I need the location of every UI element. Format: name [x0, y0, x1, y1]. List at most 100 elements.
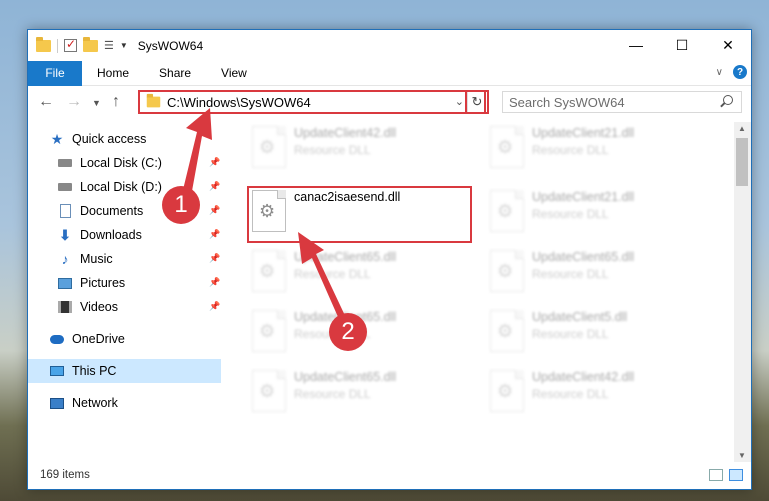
file-list: UpdateClient42.dll Resource DLL UpdateCli… [238, 122, 733, 462]
toolbar-divider [57, 38, 58, 53]
file-item[interactable]: UpdateClient65.dll Resource DLL [248, 366, 488, 418]
scroll-down-icon[interactable]: ▼ [738, 451, 746, 460]
pin-icon[interactable]: 📌 [209, 229, 220, 239]
minimize-button[interactable]: — [613, 30, 659, 60]
file-name: UpdateClient42.dll [532, 370, 635, 384]
pin-icon[interactable]: 📌 [209, 301, 220, 311]
sidebar-item-downloads[interactable]: ⬇ Downloads 📌 [28, 223, 221, 247]
sidebar-item-label: Music [80, 252, 113, 266]
close-button[interactable]: ✕ [705, 30, 751, 60]
vertical-scrollbar[interactable]: ▲ ▼ [734, 122, 751, 462]
file-name: UpdateClient65.dll [294, 250, 397, 264]
status-bar: 169 items [28, 461, 751, 489]
sidebar-item-label: Videos [80, 300, 118, 314]
recent-locations-icon[interactable]: ▼ [92, 98, 101, 108]
document-icon [58, 204, 72, 218]
file-type: Resource DLL [532, 143, 609, 157]
dll-file-icon [252, 126, 286, 168]
pin-icon[interactable]: 📌 [209, 181, 220, 191]
dll-file-icon [490, 370, 524, 412]
new-folder-icon[interactable] [83, 36, 98, 52]
sidebar-item-onedrive[interactable]: OneDrive [28, 327, 221, 351]
tab-view[interactable]: View [206, 61, 262, 86]
file-item[interactable]: UpdateClient42.dll Resource DLL [248, 122, 488, 174]
ribbon-right: ∨ ? [716, 65, 747, 79]
search-placeholder: Search SysWOW64 [509, 94, 625, 110]
pin-icon[interactable]: 📌 [209, 205, 220, 215]
details-view-icon[interactable] [709, 469, 723, 481]
chevron-down-icon[interactable]: ▼ [120, 41, 128, 50]
up-arrow-icon[interactable]: ↑ [112, 93, 120, 111]
network-icon [50, 396, 64, 410]
large-icons-view-icon[interactable] [729, 469, 743, 481]
sidebar-item-label: Local Disk (C:) [80, 156, 162, 170]
file-item[interactable]: UpdateClient65.dllResource DLL [486, 246, 726, 298]
sidebar-item-label: This PC [72, 364, 117, 378]
file-name: UpdateClient21.dll [532, 190, 635, 204]
file-item[interactable]: UpdateClient21.dll Resource DLL [486, 122, 726, 174]
navigation-bar: ← → ▼ ↑ C:\Windows\SysWOW64 ⌄ ↻ Search S… [28, 87, 751, 117]
tab-share[interactable]: Share [144, 61, 206, 86]
step-badge-2: 2 [329, 313, 367, 351]
file-type: Resource DLL [294, 387, 371, 401]
file-type: Resource DLL [294, 267, 371, 281]
address-bar[interactable]: C:\Windows\SysWOW64 ⌄ [138, 90, 486, 114]
cloud-icon [50, 332, 64, 346]
sidebar-item-videos[interactable]: Videos 📌 [28, 295, 221, 319]
sidebar-item-quick-access[interactable]: ★ Quick access [28, 127, 221, 151]
drive-icon [58, 156, 72, 170]
sidebar-item-this-pc[interactable]: This PC [28, 359, 221, 383]
sidebar-item-label: OneDrive [72, 332, 125, 346]
file-item[interactable]: UpdateClient21.dll Resource DLL [486, 186, 726, 238]
drive-icon [58, 180, 72, 194]
maximize-button[interactable]: ☐ [659, 30, 705, 60]
pin-icon[interactable]: 📌 [209, 253, 220, 263]
tab-home[interactable]: Home [82, 61, 144, 86]
chevron-down-icon[interactable]: ⌄ [455, 95, 464, 108]
customize-icon[interactable]: ☰ [104, 39, 114, 52]
navigation-pane: ★ Quick access Local Disk (C:) 📌 Local D… [28, 122, 221, 462]
sidebar-item-pictures[interactable]: Pictures 📌 [28, 271, 221, 295]
sidebar-item-label: Quick access [72, 132, 147, 146]
dll-file-icon [252, 310, 286, 352]
music-icon: ♪ [61, 251, 69, 267]
dll-file-icon [490, 190, 524, 232]
scroll-up-icon[interactable]: ▲ [738, 124, 746, 133]
download-icon: ⬇ [59, 226, 71, 243]
file-item[interactable]: UpdateClient65.dll Resource DLL [248, 246, 488, 298]
file-item[interactable]: UpdateClient65.dllResource DLL [248, 306, 488, 358]
file-name: UpdateClient5.dll [532, 310, 628, 324]
pin-icon[interactable]: 📌 [209, 277, 220, 287]
file-type: Resource DLL [532, 267, 609, 281]
refresh-icon[interactable]: ↻ [465, 90, 489, 114]
forward-arrow-icon[interactable]: → [66, 93, 82, 111]
tab-file[interactable]: File [28, 60, 82, 86]
folder-icon [36, 36, 51, 52]
scroll-thumb[interactable] [736, 138, 748, 186]
sidebar-item-local-disk-c[interactable]: Local Disk (C:) 📌 [28, 151, 221, 175]
star-icon: ★ [50, 130, 64, 147]
file-item[interactable]: UpdateClient42.dll Resource DLL [486, 366, 726, 418]
file-name: UpdateClient65.dll [294, 370, 397, 384]
computer-icon [50, 364, 64, 378]
sidebar-item-label: Local Disk (D:) [80, 180, 162, 194]
view-buttons [709, 469, 743, 481]
back-arrow-icon[interactable]: ← [38, 93, 54, 111]
dll-file-icon [252, 370, 286, 412]
sidebar-item-network[interactable]: Network [28, 391, 221, 415]
help-icon[interactable]: ? [733, 65, 747, 79]
search-input[interactable]: Search SysWOW64 [502, 91, 742, 113]
sidebar-item-label: Network [72, 396, 118, 410]
file-type: Resource DLL [294, 143, 371, 157]
properties-icon[interactable] [64, 37, 77, 52]
sidebar-item-music[interactable]: ♪ Music 📌 [28, 247, 221, 271]
dll-file-icon [252, 250, 286, 292]
pin-icon[interactable]: 📌 [209, 157, 220, 167]
dll-file-icon [490, 310, 524, 352]
file-highlight-box [247, 186, 472, 243]
window-controls: — ☐ ✕ [613, 30, 751, 60]
pictures-icon [58, 276, 72, 290]
window-title: SysWOW64 [137, 38, 204, 53]
file-item[interactable]: UpdateClient5.dll Resource DLL [486, 306, 726, 358]
expand-ribbon-icon[interactable]: ∨ [716, 67, 723, 78]
